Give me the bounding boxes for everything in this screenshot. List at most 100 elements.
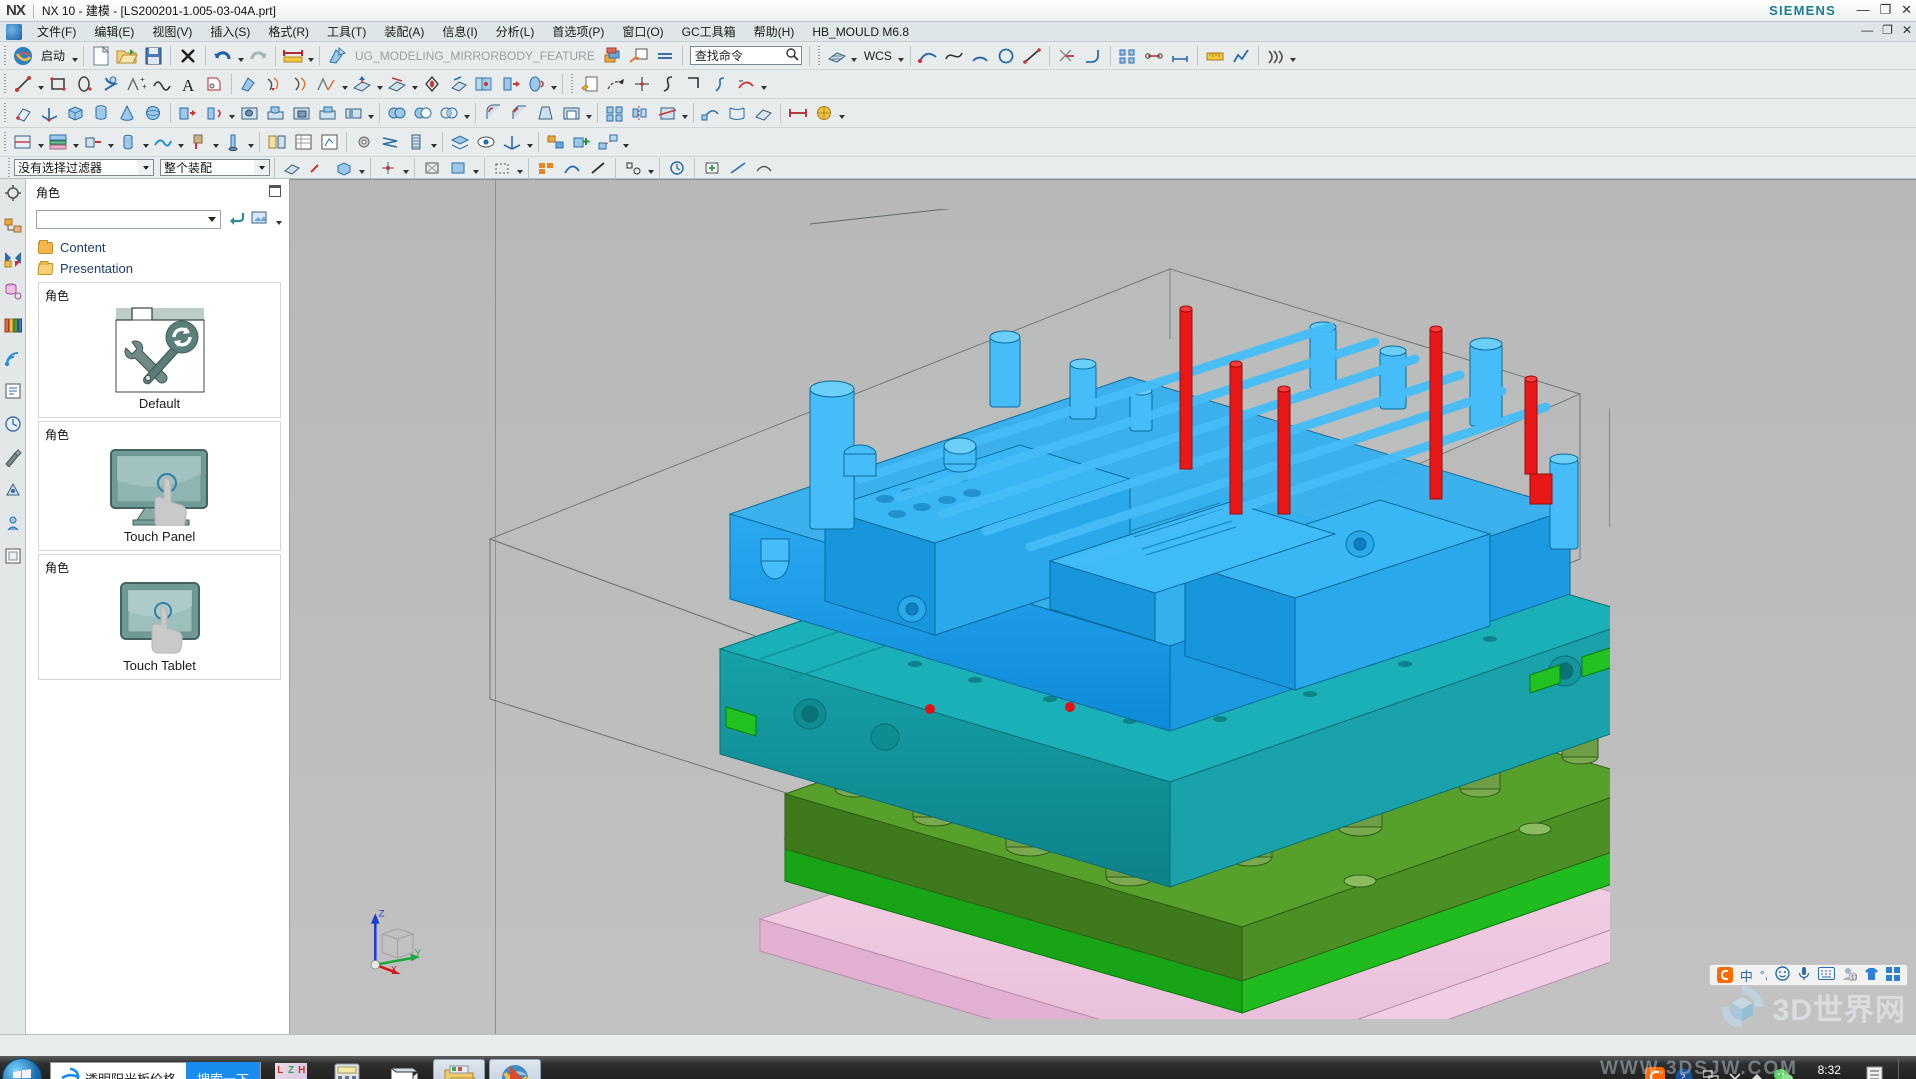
show-desktop-button[interactable] — [1898, 1058, 1910, 1079]
helix-icon[interactable] — [97, 72, 123, 96]
part-navigator-icon[interactable] — [3, 282, 23, 302]
select-edge-icon[interactable] — [305, 156, 331, 180]
redo-icon[interactable] — [245, 44, 271, 68]
trim-body-caret[interactable] — [680, 101, 689, 125]
soft-keyboard-icon[interactable] — [1818, 967, 1835, 983]
revolve-dropdown-caret[interactable] — [549, 72, 558, 96]
menu-item-window[interactable]: 窗口(O) — [613, 21, 672, 42]
thread-caret[interactable] — [429, 130, 438, 154]
point-icon[interactable] — [629, 72, 655, 96]
restore-button[interactable]: ❐ — [1879, 2, 1891, 18]
command-search-input[interactable]: 查找命令 — [689, 46, 802, 65]
web-browser-icon[interactable] — [3, 348, 23, 368]
clock-history-icon[interactable] — [3, 414, 23, 434]
menu-item-hb-mould[interactable]: HB_MOULD M6.8 — [803, 23, 918, 41]
slot-icon[interactable] — [340, 101, 366, 125]
bom-icon[interactable] — [290, 130, 316, 154]
trim-body-icon[interactable] — [654, 101, 680, 125]
block-icon[interactable] — [62, 101, 88, 125]
region-icon[interactable] — [201, 72, 227, 96]
assembly-navigator-icon[interactable] — [543, 130, 569, 154]
sogou-ime-bar[interactable]: 中 °, 17 — [1708, 964, 1908, 986]
taskbar-item-notebook[interactable] — [377, 1059, 429, 1079]
sketch-in-task-icon[interactable] — [577, 72, 603, 96]
unite-icon[interactable] — [384, 101, 410, 125]
emoji-icon[interactable] — [1775, 966, 1790, 984]
mirror-curve-icon[interactable] — [236, 72, 262, 96]
subtract-icon[interactable] — [410, 101, 436, 125]
gear-calc-icon[interactable] — [351, 130, 377, 154]
menu-item-assembly[interactable]: 装配(A) — [375, 21, 433, 42]
bridge-curve-icon[interactable] — [314, 72, 340, 96]
tree-item-presentation[interactable]: Presentation — [37, 258, 289, 279]
visible-in-view-icon[interactable] — [473, 130, 499, 154]
revolve-body-icon[interactable] — [201, 101, 227, 125]
wcs-origin-caret[interactable] — [525, 130, 534, 154]
spring-icon[interactable] — [377, 130, 403, 154]
menu-item-help[interactable]: 帮助(H) — [745, 21, 804, 42]
pattern-icon[interactable] — [1115, 44, 1141, 68]
cooling-icon[interactable] — [150, 130, 176, 154]
bridge-dropdown-caret[interactable] — [340, 72, 349, 96]
revolve-icon[interactable] — [523, 72, 549, 96]
sweep-icon[interactable] — [698, 101, 724, 125]
mdi-close-button[interactable]: ✕ — [1902, 23, 1912, 37]
load-role-icon[interactable] — [227, 210, 245, 229]
zebra-icon[interactable] — [1263, 44, 1289, 68]
mold-base-icon[interactable] — [45, 130, 71, 154]
chevron-down-icon-3[interactable] — [204, 217, 220, 222]
intersect-dropdown-caret[interactable] — [410, 72, 419, 96]
edge-blend-icon[interactable] — [480, 101, 506, 125]
corner-curve-icon[interactable] — [681, 72, 707, 96]
wcs-label[interactable]: WCS — [859, 49, 897, 63]
skin-icon[interactable] — [1864, 967, 1879, 984]
mass-properties-icon[interactable] — [811, 101, 837, 125]
layer-settings-icon[interactable] — [447, 130, 473, 154]
ime-punctuation-label[interactable]: °, — [1760, 968, 1768, 982]
dimension-icon[interactable] — [1167, 44, 1193, 68]
role-new-caret[interactable] — [275, 207, 283, 231]
ejector-pin-caret[interactable] — [246, 130, 255, 154]
toolbar-grip-5[interactable] — [2, 103, 8, 123]
section-curve-icon[interactable] — [419, 72, 445, 96]
filterbar-grip[interactable] — [6, 157, 12, 178]
start-button[interactable] — [2, 1058, 42, 1079]
model-history-icon[interactable] — [3, 183, 23, 203]
circle-icon[interactable] — [993, 44, 1019, 68]
display-mode-caret[interactable] — [471, 156, 480, 180]
point-set-icon[interactable]: + + — [123, 72, 149, 96]
rect-select-icon[interactable] — [489, 156, 515, 180]
selection-filter-combo[interactable]: 没有选择过滤器 — [14, 159, 154, 176]
window-layout-icon[interactable] — [626, 44, 652, 68]
history-palette-icon[interactable] — [3, 381, 23, 401]
role-palette-icon[interactable] — [3, 447, 23, 467]
sine-curve-icon[interactable] — [149, 72, 175, 96]
wireframe-display-icon[interactable] — [419, 156, 445, 180]
measure-distance-icon[interactable] — [280, 44, 306, 68]
measure-tools-caret[interactable] — [837, 101, 846, 125]
constraint-navigator-icon[interactable] — [3, 249, 23, 269]
mold-wizard-caret[interactable] — [36, 130, 45, 154]
standard-part-caret[interactable] — [141, 130, 150, 154]
cylinder-icon[interactable] — [88, 101, 114, 125]
start-icon[interactable] — [10, 44, 36, 68]
role-card-touch-panel[interactable]: 角色 Touch Panel — [38, 421, 281, 551]
curve-through-points-icon[interactable] — [603, 72, 629, 96]
smooth-curve-icon[interactable] — [733, 72, 759, 96]
undo-icon[interactable] — [210, 44, 236, 68]
menu-item-analysis[interactable]: 分析(L) — [487, 21, 544, 42]
toolbar-grip[interactable] — [2, 45, 8, 66]
menu-item-tools[interactable]: 工具(T) — [318, 21, 375, 42]
explode-caret[interactable] — [621, 130, 630, 154]
menu-item-insert[interactable]: 插入(S) — [201, 21, 259, 42]
ime-mode-label[interactable]: 中 — [1740, 966, 1753, 985]
toolbar-grip-3[interactable] — [2, 74, 8, 94]
slot-dropdown-caret[interactable] — [366, 101, 375, 125]
through-curves-icon[interactable] — [724, 101, 750, 125]
measure-icon[interactable] — [785, 101, 811, 125]
select-body-icon[interactable] — [331, 156, 357, 180]
square-filter-caret[interactable] — [646, 156, 655, 180]
hole-icon[interactable] — [236, 101, 262, 125]
menu-item-preferences[interactable]: 首选项(P) — [543, 21, 613, 42]
bounded-plane-icon[interactable] — [750, 101, 776, 125]
